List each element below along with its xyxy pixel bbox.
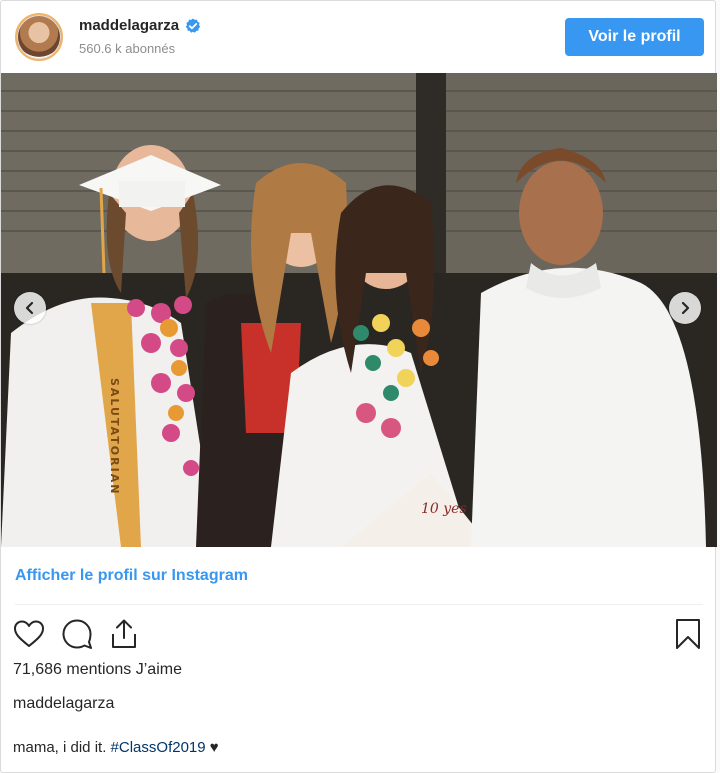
heart-emoji: ♥: [209, 739, 219, 756]
next-photo-button[interactable]: [669, 292, 701, 324]
caption: mama, i did it. #ClassOf2019 ♥: [13, 739, 219, 756]
comment-icon[interactable]: [60, 617, 94, 651]
chevron-left-icon: [24, 301, 36, 315]
divider: [15, 604, 703, 605]
caption-username[interactable]: maddelagarza: [13, 695, 114, 713]
follower-count: 560.6 k abonnés: [79, 41, 176, 56]
avatar[interactable]: [15, 13, 63, 61]
chevron-right-icon: [679, 301, 691, 315]
bookmark-icon[interactable]: [671, 617, 705, 651]
post-actions: [1, 613, 717, 653]
caption-text: mama, i did it.: [13, 739, 107, 756]
view-profile-button[interactable]: Voir le profil: [565, 18, 704, 56]
like-count[interactable]: 71,686 mentions J’aime: [13, 661, 182, 679]
share-icon[interactable]: [107, 617, 141, 651]
verified-badge-icon: [185, 18, 201, 34]
view-on-instagram-link[interactable]: Afficher le profil sur Instagram: [15, 567, 248, 585]
sash-text: SALUTATORIAN: [108, 378, 121, 495]
heart-icon[interactable]: [12, 617, 46, 651]
hashtag-link[interactable]: #ClassOf2019: [111, 739, 206, 756]
post-header: maddelagarza 560.6 k abonnés Voir le pro…: [1, 1, 717, 73]
post-photo[interactable]: 10 yes SALUTATORIAN: [1, 73, 717, 547]
instagram-embed-card: maddelagarza 560.6 k abonnés Voir le pro…: [0, 0, 717, 773]
svg-text:10 yes: 10 yes: [421, 501, 467, 517]
username[interactable]: maddelagarza: [79, 17, 179, 34]
username-row: maddelagarza: [79, 17, 201, 34]
previous-photo-button[interactable]: [14, 292, 46, 324]
